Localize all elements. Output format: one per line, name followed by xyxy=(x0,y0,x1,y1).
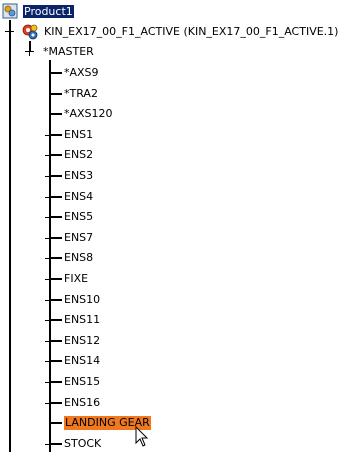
tree-node-label[interactable]: ENS8 xyxy=(64,251,93,265)
tree-connector xyxy=(50,93,62,95)
expand-toggle[interactable] xyxy=(45,254,54,263)
expand-toggle[interactable] xyxy=(45,296,54,305)
tree-node-master[interactable]: *MASTER xyxy=(43,45,94,59)
collapse-toggle[interactable] xyxy=(25,47,34,56)
tree-node-label[interactable]: ENS11 xyxy=(64,313,100,327)
tree-node-label[interactable]: ENS4 xyxy=(64,190,93,204)
expand-toggle[interactable] xyxy=(45,151,54,160)
tree-node-label[interactable]: ENS3 xyxy=(64,169,93,183)
tree-node-label[interactable]: ENS10 xyxy=(64,293,100,307)
expand-toggle[interactable] xyxy=(45,440,54,449)
tree-node-product[interactable]: KIN_EX17_00_F1_ACTIVE (KIN_EX17_00_F1_AC… xyxy=(44,25,338,39)
tree-node-label[interactable]: ENS16 xyxy=(64,396,100,410)
tree-node-label[interactable]: *TRA2 xyxy=(64,87,98,101)
tree-node-label[interactable]: *AXS120 xyxy=(64,107,113,121)
tree-connector xyxy=(50,72,62,74)
tree-connector xyxy=(50,113,62,115)
tree-node-label[interactable]: ENS2 xyxy=(64,148,93,162)
tree-node-label: Product1 xyxy=(23,5,74,18)
mouse-pointer-icon xyxy=(135,425,149,451)
expand-toggle[interactable] xyxy=(45,378,54,387)
expand-toggle[interactable] xyxy=(45,131,54,140)
expand-toggle[interactable] xyxy=(45,337,54,346)
tree-node-label[interactable]: FIXE xyxy=(64,272,88,286)
expand-toggle[interactable] xyxy=(45,213,54,222)
tree-connector xyxy=(9,20,11,452)
tree-node-label[interactable]: ENS5 xyxy=(64,210,93,224)
tree-node-label[interactable]: ENS14 xyxy=(64,354,100,368)
expand-toggle[interactable] xyxy=(45,357,54,366)
expand-toggle[interactable] xyxy=(45,399,54,408)
expand-toggle[interactable] xyxy=(45,316,54,325)
tree-node-label[interactable]: ENS15 xyxy=(64,375,100,389)
tree-connector xyxy=(50,422,62,424)
tree-node-label[interactable]: ENS7 xyxy=(64,231,93,245)
tree-node-label[interactable]: ENS1 xyxy=(64,128,93,142)
tree-node-label[interactable]: STOCK xyxy=(64,437,101,451)
expand-toggle[interactable] xyxy=(45,234,54,243)
specification-tree: Product1 KIN_EX17_00_F1_ACTIVE (KIN_EX17… xyxy=(0,0,349,452)
expand-toggle[interactable] xyxy=(45,275,54,284)
expand-toggle[interactable] xyxy=(45,193,54,202)
tree-node-product1[interactable]: Product1 xyxy=(23,5,74,19)
collapse-toggle[interactable] xyxy=(5,27,14,36)
expand-toggle[interactable] xyxy=(45,172,54,181)
tree-node-label[interactable]: *AXS9 xyxy=(64,66,99,80)
tree-node-label[interactable]: ENS12 xyxy=(64,334,100,348)
